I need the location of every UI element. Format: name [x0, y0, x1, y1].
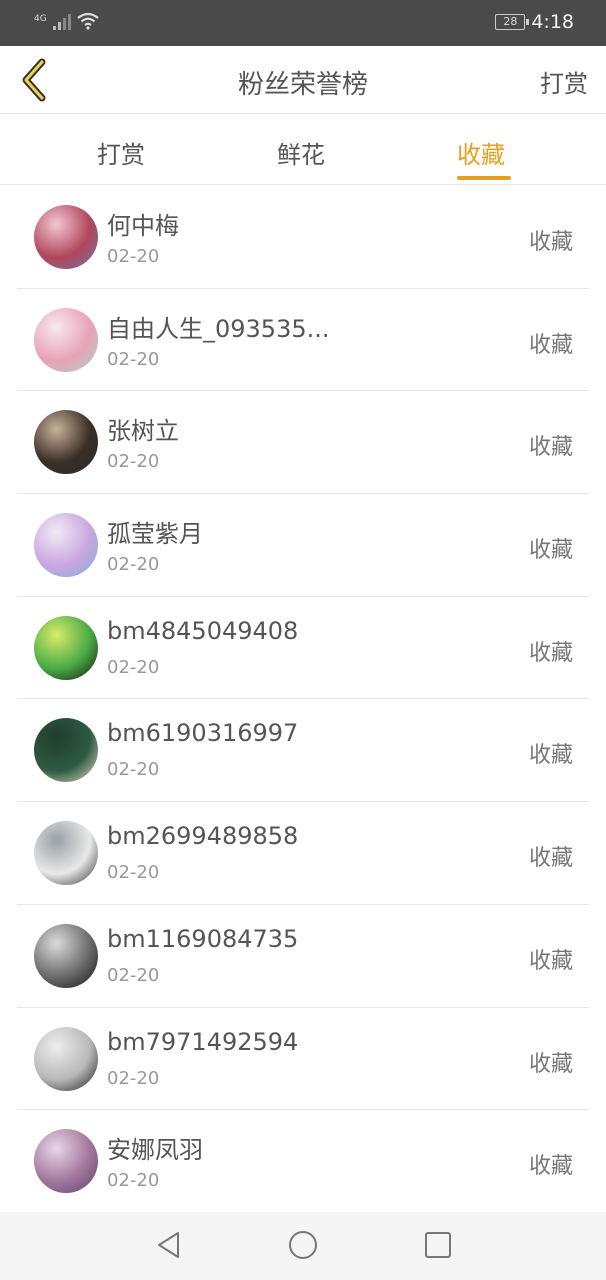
action-type-label: 收藏 — [528, 332, 573, 358]
user-name: bm4845049408 — [107, 616, 299, 645]
nav-recent-button[interactable] — [423, 1230, 453, 1260]
avatar[interactable] — [34, 1129, 98, 1194]
list-item[interactable]: 张树立 02-20 收藏 — [17, 391, 589, 495]
avatar[interactable] — [34, 1026, 98, 1091]
action-type-label: 收藏 — [528, 538, 573, 564]
user-name: 何中梅 — [107, 212, 179, 240]
system-nav-bar — [0, 1212, 606, 1280]
status-bar: 4G 28 4:18 — [0, 0, 606, 46]
tab-bar: 打赏 鲜花 收藏 — [0, 115, 606, 185]
status-time: 4:18 — [531, 11, 574, 33]
avatar[interactable] — [34, 821, 98, 886]
action-type-label: 收藏 — [528, 640, 573, 666]
action-type-label: 收藏 — [528, 846, 573, 872]
action-date: 02-20 — [107, 656, 160, 678]
action-date: 02-20 — [107, 759, 160, 781]
list-item[interactable]: bm1169084735 02-20 收藏 — [17, 905, 589, 1008]
circle-home-icon — [289, 1231, 317, 1259]
action-date: 02-20 — [107, 451, 160, 473]
action-date: 02-20 — [107, 964, 160, 986]
action-date: 02-20 — [107, 246, 160, 267]
user-name: 安娜凤羽 — [107, 1136, 203, 1165]
action-type-label: 收藏 — [528, 1154, 573, 1180]
app-header: 粉丝荣誉榜 打赏 — [0, 46, 606, 114]
action-type-label: 收藏 — [528, 230, 573, 255]
status-right: 28 4:18 — [495, 11, 574, 33]
avatar[interactable] — [34, 307, 98, 372]
list-item[interactable]: 自由人生_093535... 02-20 收藏 — [17, 289, 589, 392]
action-type-label: 收藏 — [528, 948, 573, 974]
user-name: bm7971492594 — [107, 1027, 299, 1056]
action-date: 02-20 — [107, 1170, 160, 1192]
reward-button[interactable]: 打赏 — [540, 64, 588, 99]
page-title: 粉丝荣誉榜 — [237, 70, 368, 100]
avatar[interactable] — [34, 923, 98, 988]
user-name: 孤莹紫月 — [107, 520, 203, 549]
list-item[interactable]: bm6190316997 02-20 收藏 — [17, 699, 589, 803]
list-item[interactable]: 何中梅 02-20 收藏 — [17, 186, 589, 289]
tab-reward[interactable]: 打赏 — [97, 135, 145, 170]
fan-list: 何中梅 02-20 收藏 自由人生_093535... 02-20 收藏 张树立 02-20 收… — [0, 186, 606, 1213]
square-recent-icon — [425, 1232, 451, 1258]
user-name: bm1169084735 — [107, 924, 299, 953]
list-item[interactable]: bm2699489858 02-20 收藏 — [17, 802, 589, 905]
battery-icon: 28 — [495, 14, 530, 30]
network-type: 4G — [34, 14, 47, 24]
user-name: bm6190316997 — [107, 719, 299, 748]
status-left: 4G — [34, 12, 99, 34]
tab-favorites[interactable]: 收藏 — [457, 135, 505, 170]
active-tab-indicator — [457, 176, 511, 180]
action-type-label: 收藏 — [528, 435, 573, 461]
action-type-label: 收藏 — [528, 1051, 573, 1077]
user-name: bm2699489858 — [107, 822, 299, 851]
avatar[interactable] — [34, 513, 98, 578]
action-type-label: 收藏 — [528, 743, 573, 769]
action-date: 02-20 — [107, 1067, 160, 1089]
list-item[interactable]: bm4845049408 02-20 收藏 — [17, 597, 589, 700]
wifi-icon — [77, 12, 99, 34]
user-name: 自由人生_093535... — [107, 314, 330, 343]
action-date: 02-20 — [107, 554, 160, 576]
avatar[interactable] — [34, 615, 98, 680]
action-date: 02-20 — [107, 862, 160, 884]
avatar[interactable] — [34, 205, 98, 269]
signal-icon — [52, 14, 71, 34]
triangle-back-icon — [158, 1232, 179, 1258]
tab-flowers[interactable]: 鲜花 — [277, 135, 325, 170]
list-item[interactable]: bm7971492594 02-20 收藏 — [17, 1008, 589, 1111]
action-date: 02-20 — [107, 348, 160, 370]
avatar[interactable] — [34, 410, 98, 475]
avatar[interactable] — [34, 718, 98, 783]
nav-home-button[interactable] — [288, 1230, 318, 1260]
nav-back-button[interactable] — [154, 1230, 184, 1260]
list-item[interactable]: 孤莹紫月 02-20 收藏 — [17, 494, 589, 597]
list-item[interactable]: 安娜凤羽 02-20 收藏 — [17, 1110, 589, 1213]
user-name: 张树立 — [107, 417, 179, 446]
